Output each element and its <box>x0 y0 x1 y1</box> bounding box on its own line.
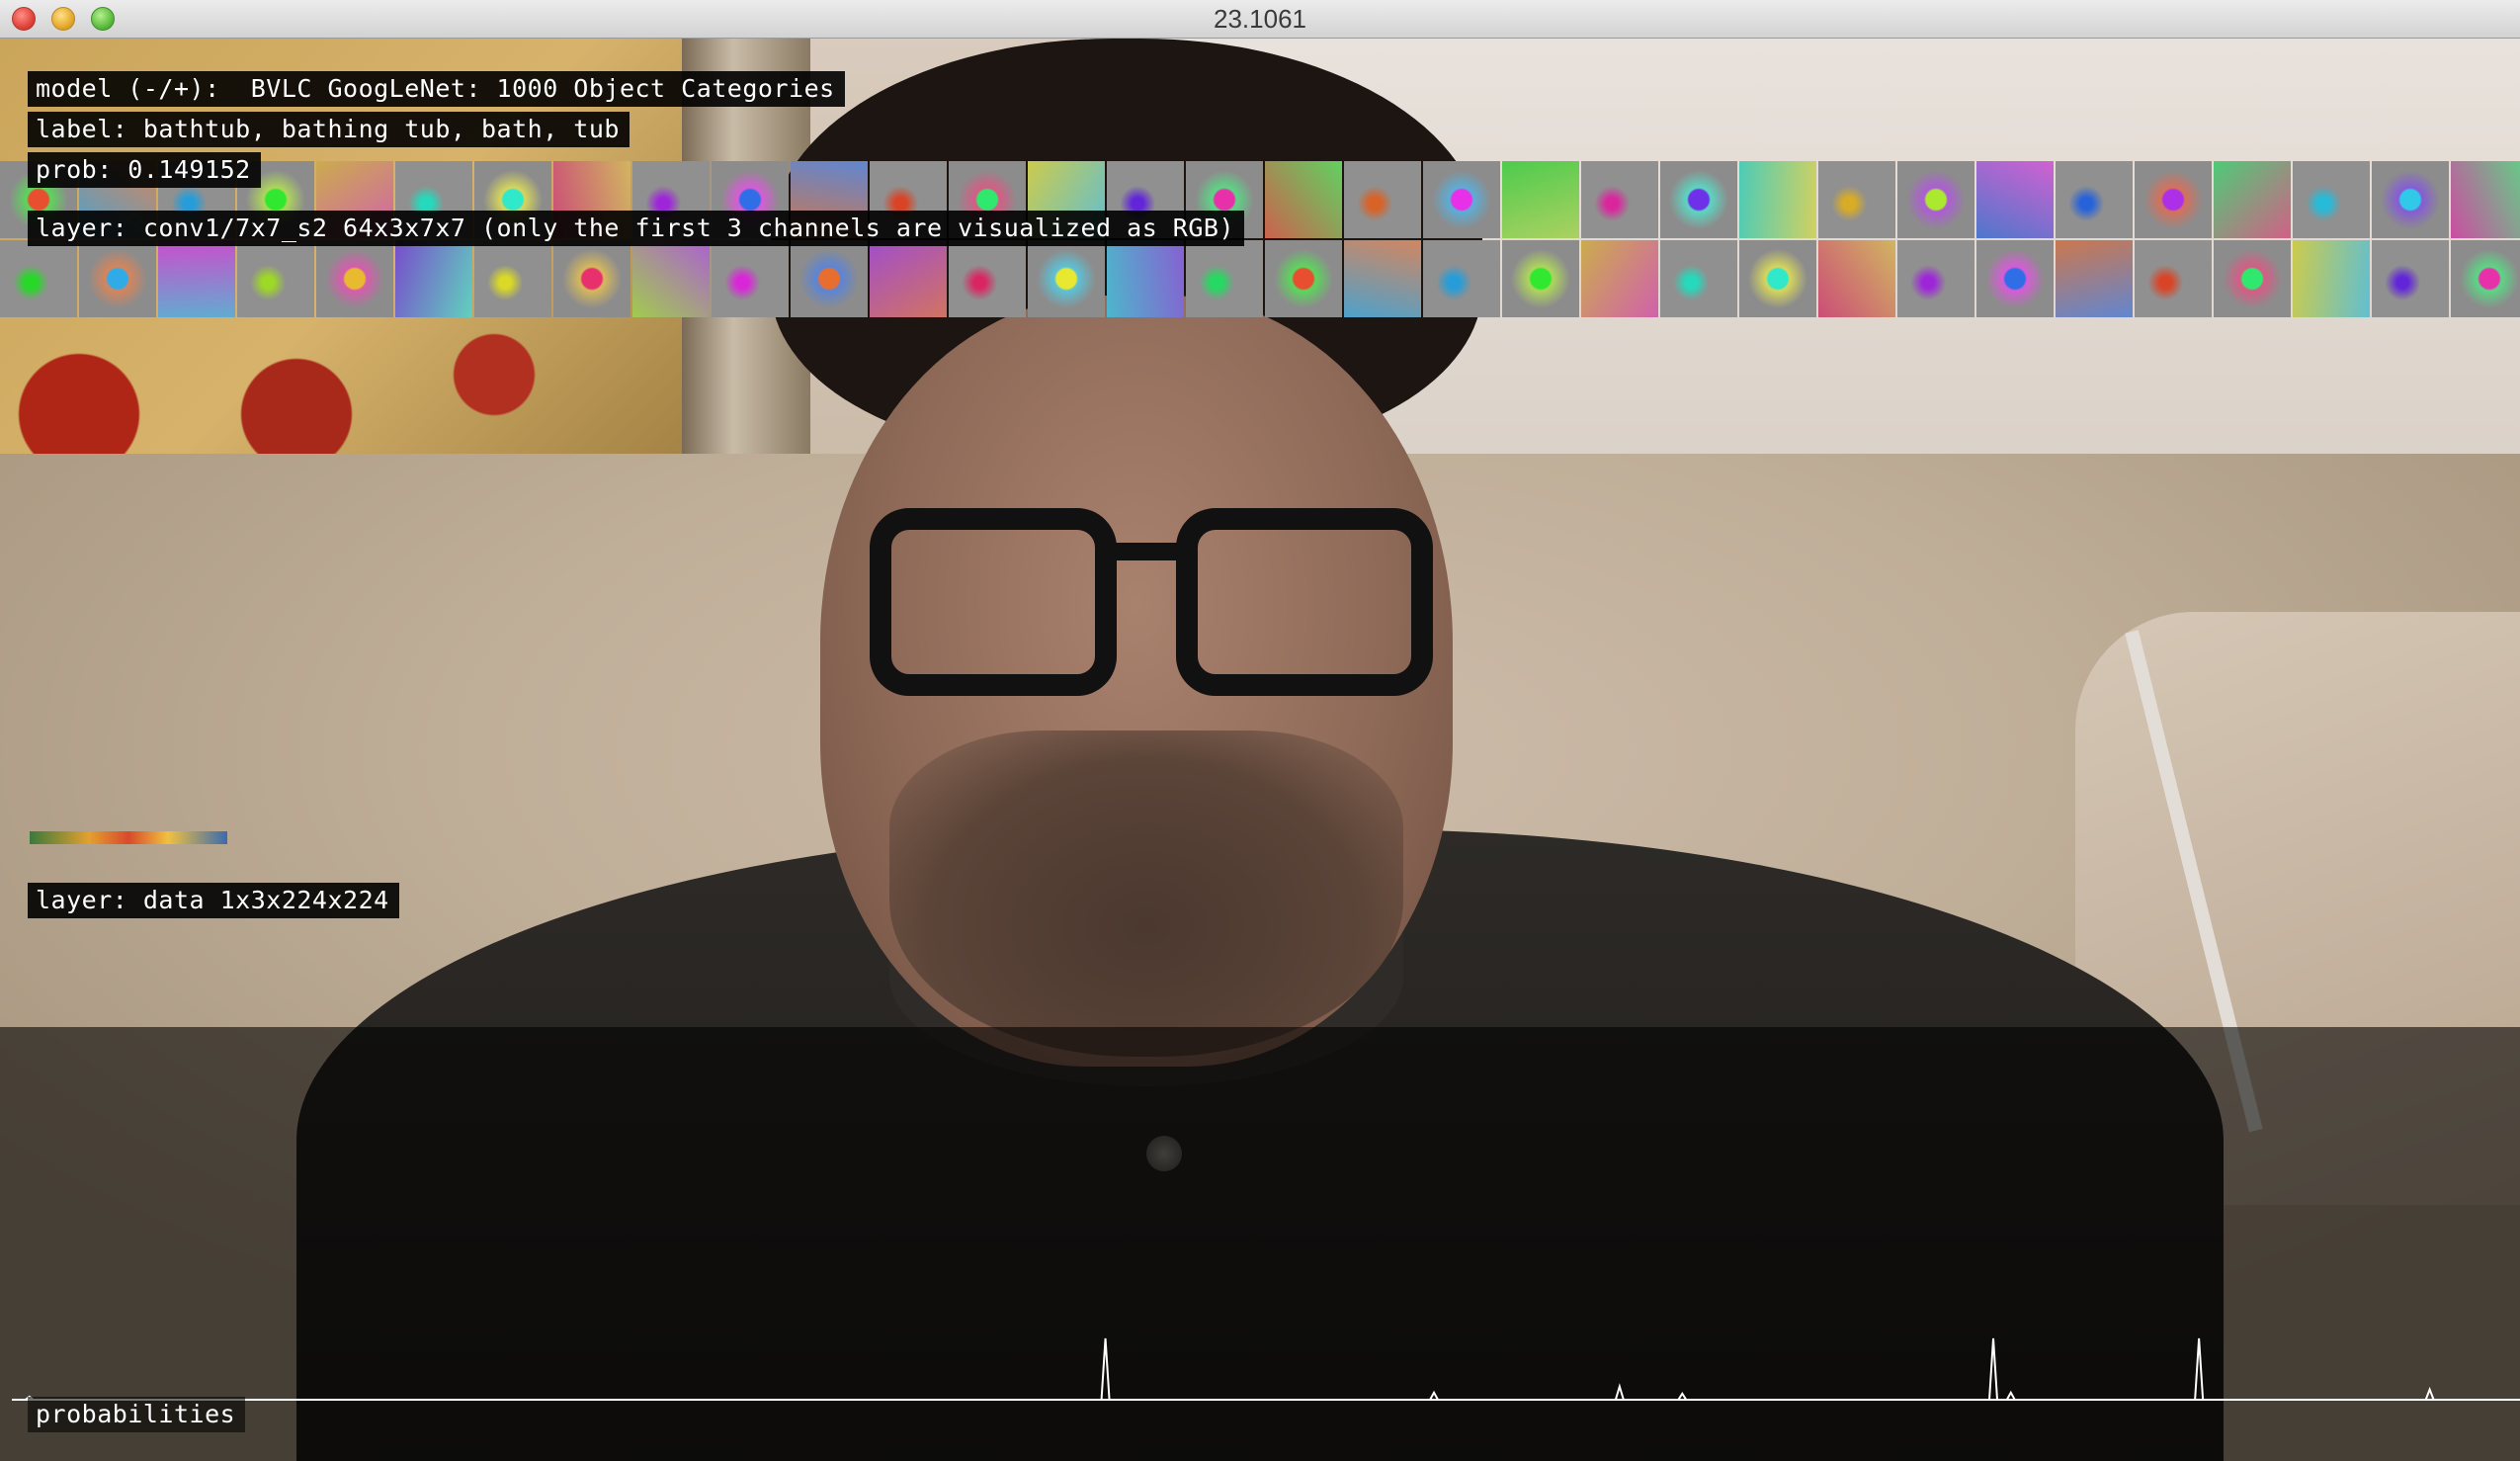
filter-tile <box>1344 240 1421 317</box>
filter-tile <box>1107 240 1184 317</box>
filter-tile <box>1265 161 1342 238</box>
filter-tile <box>949 240 1026 317</box>
data-layer-line: layer: data 1x3x224x224 <box>28 883 399 918</box>
chart-peak <box>1100 1337 1111 1401</box>
filter-tile <box>632 240 710 317</box>
prob-line: prob: 0.149152 <box>28 152 261 188</box>
filter-tile <box>1423 240 1500 317</box>
chart-peak <box>1614 1383 1625 1401</box>
filter-tile <box>1344 161 1421 238</box>
person-beard <box>889 730 1403 1057</box>
filter-tile <box>1739 161 1816 238</box>
label-line: label: bathtub, bathing tub, bath, tub <box>28 112 630 147</box>
conv-layer-line: layer: conv1/7x7_s2 64x3x7x7 (only the f… <box>28 211 1244 246</box>
glasses-right-lens <box>1176 508 1433 696</box>
filter-tile <box>1976 240 2054 317</box>
filter-tile <box>791 240 868 317</box>
filter-tile <box>2135 161 2212 238</box>
filter-tile <box>1423 161 1500 238</box>
filter-tile <box>2293 240 2370 317</box>
filter-tile <box>1502 240 1579 317</box>
filter-tile <box>2056 161 2133 238</box>
filter-tile <box>2372 161 2449 238</box>
filter-tile <box>79 240 156 317</box>
filter-tile <box>2293 161 2370 238</box>
filter-tile <box>316 240 393 317</box>
filter-tile <box>0 240 77 317</box>
window-title: 23.1061 <box>1214 4 1306 34</box>
filter-tile <box>1976 161 2054 238</box>
filter-tile <box>1739 240 1816 317</box>
filter-tile <box>1502 161 1579 238</box>
filter-tile <box>2214 161 2291 238</box>
model-line: model (-/+): BVLC GoogLeNet: 1000 Object… <box>28 71 845 107</box>
filter-tile <box>158 240 235 317</box>
window-titlebar[interactable]: 23.1061 <box>0 0 2520 39</box>
filter-tile <box>1818 161 1895 238</box>
filter-tile <box>1660 161 1737 238</box>
filter-tile <box>2451 240 2520 317</box>
filter-tile <box>2451 161 2520 238</box>
glasses-left-lens <box>870 508 1117 696</box>
chart-peak <box>2424 1386 2435 1401</box>
filter-tile <box>1581 161 1658 238</box>
filter-tile <box>1897 240 1974 317</box>
data-layer-thumbnail <box>30 831 227 844</box>
filter-tile <box>1818 240 1895 317</box>
filter-tile <box>1186 240 1263 317</box>
filter-tile <box>1660 240 1737 317</box>
chart-peak <box>1988 1337 1999 1401</box>
probabilities-chart <box>12 1337 2520 1401</box>
filter-tile <box>2372 240 2449 317</box>
filter-tile <box>2056 240 2133 317</box>
chart-peak <box>2194 1337 2205 1401</box>
filter-tile <box>1581 240 1658 317</box>
filter-tile <box>395 240 472 317</box>
filter-tile <box>2214 240 2291 317</box>
filter-tile <box>474 240 551 317</box>
filter-tile <box>870 240 947 317</box>
filter-tile <box>237 240 314 317</box>
filter-tile <box>1265 240 1342 317</box>
glasses-bridge <box>1112 543 1181 560</box>
filter-tile <box>712 240 789 317</box>
chart-peak <box>2005 1390 2016 1401</box>
filter-tile <box>2135 240 2212 317</box>
probabilities-label: probabilities <box>28 1397 246 1432</box>
chart-peak <box>1429 1390 1439 1401</box>
filter-tile <box>1897 161 1974 238</box>
filter-tile <box>1028 240 1105 317</box>
filter-tile <box>553 240 630 317</box>
